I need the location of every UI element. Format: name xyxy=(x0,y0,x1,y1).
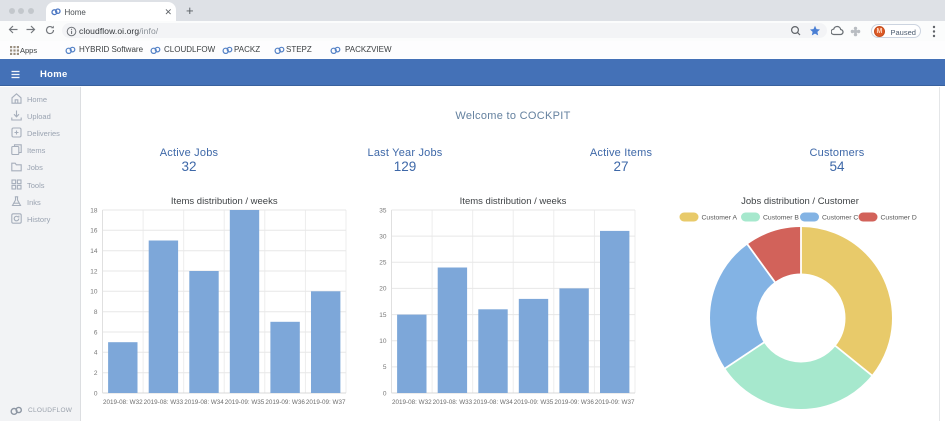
svg-text:2019-09: W37: 2019-09: W37 xyxy=(595,399,635,406)
svg-text:5: 5 xyxy=(383,364,387,371)
svg-text:4: 4 xyxy=(94,350,98,357)
svg-text:15: 15 xyxy=(379,312,387,319)
svg-text:20: 20 xyxy=(379,286,387,293)
svg-text:Customer A: Customer A xyxy=(702,215,738,222)
svg-text:2019-08: W32: 2019-08: W32 xyxy=(392,399,432,406)
svg-text:8: 8 xyxy=(94,309,98,316)
svg-text:12: 12 xyxy=(90,268,98,275)
svg-text:10: 10 xyxy=(90,289,98,296)
svg-text:Jobs distribution / Customer: Jobs distribution / Customer xyxy=(741,196,859,207)
svg-text:Customer B: Customer B xyxy=(763,215,799,222)
svg-text:2019-09: W35: 2019-09: W35 xyxy=(225,399,265,406)
svg-text:35: 35 xyxy=(379,207,387,214)
svg-text:18: 18 xyxy=(90,207,98,214)
svg-text:14: 14 xyxy=(90,248,98,255)
svg-text:0: 0 xyxy=(94,390,98,397)
svg-text:2019-08: W34: 2019-08: W34 xyxy=(473,399,513,406)
svg-text:2019-08: W33: 2019-08: W33 xyxy=(433,399,473,406)
svg-text:Customer D: Customer D xyxy=(881,215,917,222)
svg-text:6: 6 xyxy=(94,329,98,336)
svg-text:2019-08: W34: 2019-08: W34 xyxy=(184,399,224,406)
svg-text:25: 25 xyxy=(379,260,387,267)
svg-text:Items distribution / weeks: Items distribution / weeks xyxy=(460,196,567,207)
svg-text:10: 10 xyxy=(379,338,387,345)
svg-text:0: 0 xyxy=(383,390,387,397)
svg-text:2019-08: W33: 2019-08: W33 xyxy=(144,399,184,406)
svg-text:2: 2 xyxy=(94,370,98,377)
svg-text:2019-08: W32: 2019-08: W32 xyxy=(103,399,143,406)
svg-text:2019-09: W36: 2019-09: W36 xyxy=(265,399,305,406)
svg-text:2019-09: W37: 2019-09: W37 xyxy=(306,399,346,406)
svg-text:Customer C: Customer C xyxy=(822,215,858,222)
svg-text:30: 30 xyxy=(379,233,387,240)
svg-text:16: 16 xyxy=(90,228,98,235)
svg-text:2019-09: W36: 2019-09: W36 xyxy=(554,399,594,406)
svg-text:Items distribution / weeks: Items distribution / weeks xyxy=(171,196,278,207)
svg-text:2019-09: W35: 2019-09: W35 xyxy=(514,399,554,406)
